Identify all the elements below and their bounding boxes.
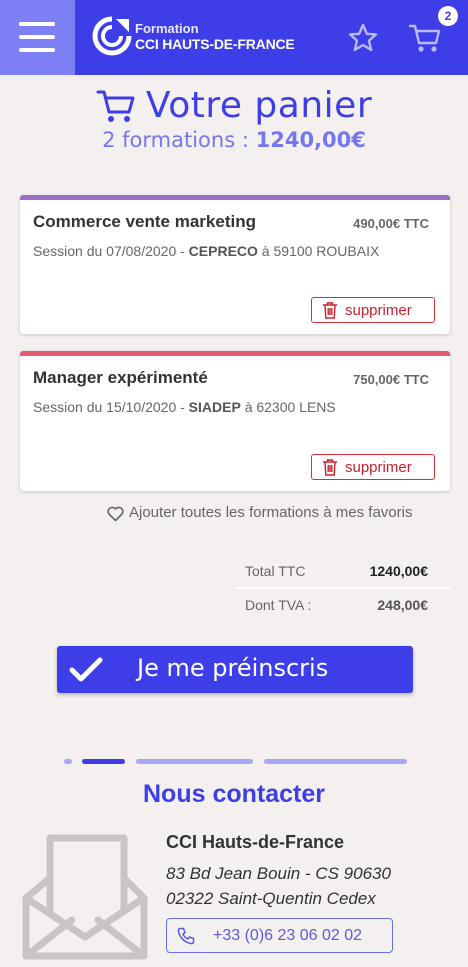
contact-address-line2: 02322 Saint-Quentin Cedex — [166, 889, 376, 908]
envelope-icon — [22, 834, 148, 960]
cart-icon — [96, 90, 135, 122]
cart-item-session: Session du 15/10/2020 - SIADEP à 62300 L… — [33, 399, 336, 415]
add-all-favorites-link[interactable]: Ajouter toutes les formations à mes favo… — [107, 504, 413, 522]
menu-icon-bar — [19, 35, 55, 39]
cci-logo-icon[interactable] — [92, 16, 132, 56]
app-header: Formation CCI HAUTS-DE-FRANCE 2 — [0, 0, 468, 75]
cart-item-price: 490,00€ TTC — [353, 216, 429, 231]
cart-item: Manager expérimenté 750,00€ TTC Session … — [20, 351, 450, 491]
trash-icon — [323, 459, 337, 476]
cart-item-stripe — [20, 351, 450, 356]
menu-button[interactable] — [0, 0, 75, 75]
session-organism: SIADEP — [188, 399, 241, 415]
contact-address-line1: 83 Bd Jean Bouin - CS 90630 — [166, 864, 391, 883]
heart-icon — [107, 506, 124, 522]
menu-icon-bar — [19, 48, 55, 52]
phone-button[interactable]: +33 (0)6 23 06 02 02 — [166, 918, 393, 953]
page-title-text: Votre panier — [145, 85, 373, 126]
cart-item: Commerce vente marketing 490,00€ TTC Ses… — [20, 195, 450, 334]
tva-label: Dont TVA : — [245, 597, 312, 613]
tva-value: 248,00€ — [377, 597, 428, 613]
delete-label: supprimer — [345, 459, 412, 476]
brand-line1: Formation — [135, 21, 199, 36]
contact-org: CCI Hauts-de-France — [166, 832, 345, 852]
session-location: à 59100 ROUBAIX — [261, 243, 380, 259]
menu-icon-bar — [19, 22, 55, 26]
pager-dot[interactable] — [64, 759, 72, 764]
cart-count-badge: 2 — [438, 6, 458, 26]
cart-icon[interactable] — [408, 22, 442, 54]
totals-divider — [235, 587, 450, 589]
cart-summary-total: 1240,00€ — [255, 128, 366, 152]
trash-icon — [323, 302, 337, 319]
contact-title: Nous contacter — [143, 780, 325, 808]
add-all-favorites-label: Ajouter toutes les formations à mes favo… — [129, 504, 413, 521]
preregister-label: Je me préinscris — [137, 654, 329, 682]
star-icon[interactable] — [347, 22, 379, 54]
session-date: Session du 07/08/2020 - — [33, 243, 185, 259]
cart-summary-count: 2 formations : — [102, 128, 249, 152]
delete-button[interactable]: supprimer — [311, 454, 435, 480]
brand-line2: CCI HAUTS-DE-FRANCE — [135, 36, 295, 52]
total-value: 1240,00€ — [369, 563, 428, 579]
delete-button[interactable]: supprimer — [311, 297, 435, 323]
check-icon — [69, 657, 103, 682]
delete-label: supprimer — [345, 302, 412, 319]
preregister-button[interactable]: Je me préinscris — [57, 646, 413, 693]
cart-item-stripe — [20, 195, 450, 200]
pager-dot-active[interactable] — [82, 759, 125, 764]
cart-item-price: 750,00€ TTC — [353, 372, 429, 387]
session-organism: CEPRECO — [188, 243, 258, 259]
session-location: à 62300 LENS — [244, 399, 336, 415]
pager-dot[interactable] — [136, 759, 253, 764]
cart-summary: 2 formations : 1240,00€ — [0, 128, 468, 152]
session-date: Session du 15/10/2020 - — [33, 399, 185, 415]
phone-number: +33 (0)6 23 06 02 02 — [213, 927, 363, 944]
page-title: Votre panier — [0, 85, 468, 126]
total-label: Total TTC — [245, 563, 306, 579]
pager-dot[interactable] — [264, 759, 407, 764]
cart-item-name[interactable]: Manager expérimenté — [33, 368, 208, 388]
cart-item-session: Session du 07/08/2020 - CEPRECO à 59100 … — [33, 243, 379, 259]
phone-icon — [177, 927, 195, 945]
cart-item-name[interactable]: Commerce vente marketing — [33, 212, 256, 232]
